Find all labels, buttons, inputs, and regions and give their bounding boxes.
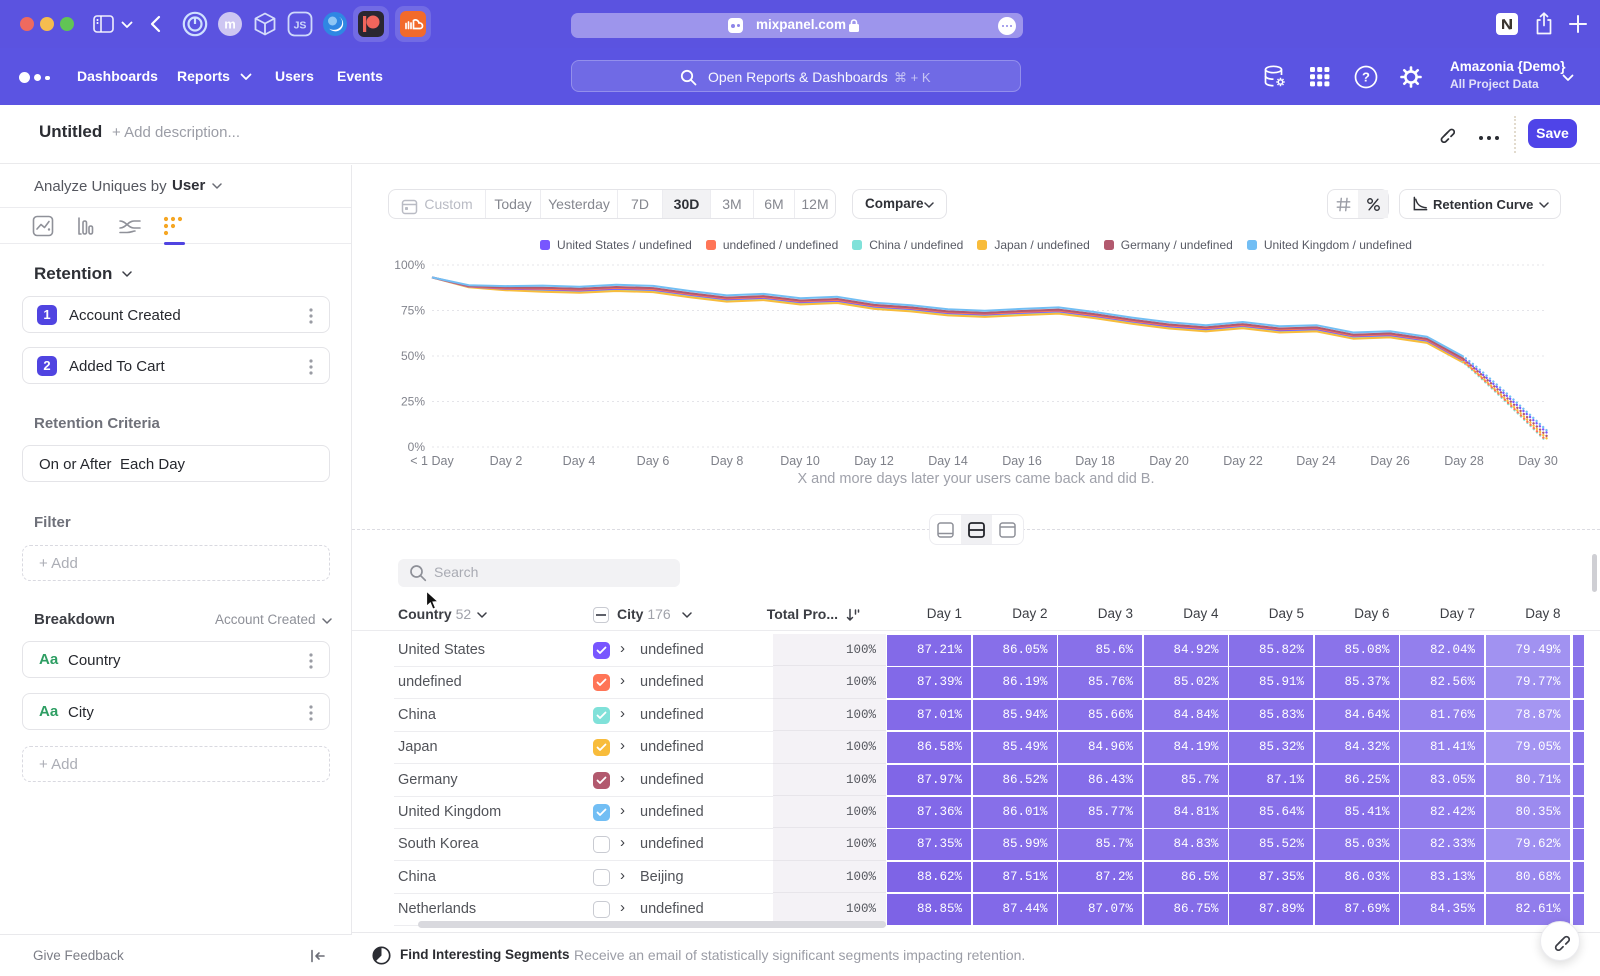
svg-text:m: m: [224, 17, 236, 32]
svg-text:JS: JS: [294, 20, 307, 32]
svg-text:?: ?: [1362, 70, 1370, 85]
